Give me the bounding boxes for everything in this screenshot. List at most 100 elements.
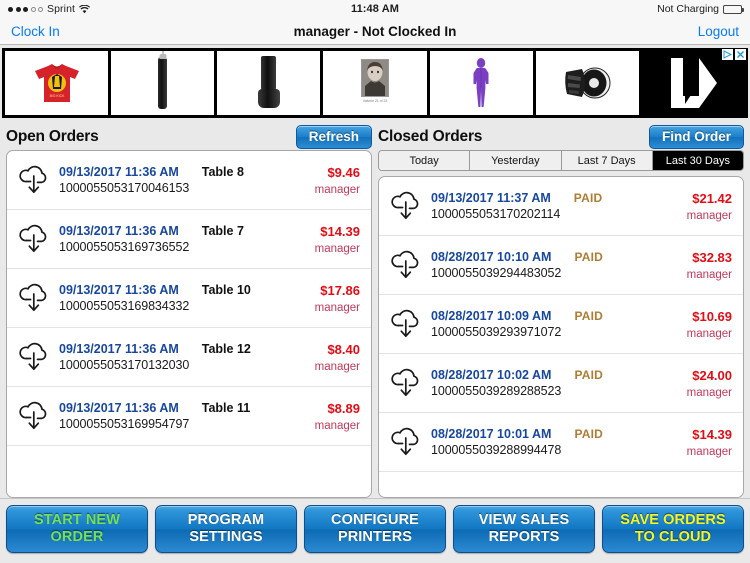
order-amount: $32.83 xyxy=(692,249,732,265)
table-row[interactable]: 08/28/2017 10:02 AM PAID 10000550392892885… xyxy=(379,354,743,413)
order-details: 09/13/2017 11:36 AM Table 12 1000055053170… xyxy=(59,342,295,372)
open-orders-list[interactable]: 09/13/2017 11:36 AM Table 8 10000550531700… xyxy=(6,150,372,498)
order-amount: $24.00 xyxy=(692,367,732,383)
button-label-line2: PRINTERS xyxy=(337,529,413,545)
order-user: manager xyxy=(314,419,360,432)
order-status-badge: PAID xyxy=(574,368,604,382)
order-amount: $8.89 xyxy=(327,400,360,416)
order-amount-block: $8.89 manager xyxy=(304,401,360,432)
order-table-label: Table 7 xyxy=(201,224,244,238)
ad-strip[interactable]: BIG KICK Volume 21 of 23 xyxy=(2,48,748,118)
order-id: 1000055053169834332 xyxy=(59,299,190,313)
clock-in-button[interactable]: Clock In xyxy=(11,24,60,39)
order-user: manager xyxy=(314,360,360,373)
ad-cell-standing-punching-bag[interactable] xyxy=(217,51,321,115)
advertisement-banner[interactable]: BIG KICK Volume 21 of 23 xyxy=(0,45,750,120)
view-sales-reports-button[interactable]: VIEW SALES REPORTS xyxy=(453,505,595,553)
save-orders-to-cloud-button[interactable]: SAVE ORDERS TO CLOUD xyxy=(602,505,744,553)
order-amount: $10.69 xyxy=(692,308,732,324)
date-filter-today[interactable]: Today xyxy=(379,151,471,170)
order-details: 08/28/2017 10:02 AM PAID 10000550392892885… xyxy=(431,368,667,398)
button-label-line2: ORDER xyxy=(50,529,104,545)
order-date: 08/28/2017 10:02 AM xyxy=(431,368,552,382)
adchoices-icon[interactable] xyxy=(722,49,733,60)
black-arrow-image xyxy=(665,56,722,110)
date-filter-segmented-control[interactable]: Today Yesterday Last 7 Days Last 30 Days xyxy=(378,150,744,171)
adchoices-controls[interactable] xyxy=(722,49,746,60)
button-label: CONFIGURE PRINTERS xyxy=(331,512,419,545)
battery-status-label: Not Charging xyxy=(657,3,719,15)
order-amount: $17.86 xyxy=(320,282,360,298)
cloud-download-icon xyxy=(17,283,50,313)
table-row[interactable]: 09/13/2017 11:37 AM PAID 10000550531702021… xyxy=(379,177,743,236)
ad-cell-black-arrow[interactable] xyxy=(641,51,745,115)
order-date: 08/28/2017 10:09 AM xyxy=(431,309,552,323)
ad-cell-long-punching-bag[interactable] xyxy=(111,51,215,115)
cloud-download-icon xyxy=(389,250,422,280)
program-settings-button[interactable]: PROGRAM SETTINGS xyxy=(155,505,297,553)
order-amount: $9.46 xyxy=(327,164,360,180)
order-user: manager xyxy=(314,183,360,196)
ad-cell-red-tshirt[interactable]: BIG KICK xyxy=(5,51,109,115)
closed-orders-list[interactable]: 09/13/2017 11:37 AM PAID 10000550531702021… xyxy=(378,176,744,498)
focus-mitts-image xyxy=(562,66,612,100)
table-row[interactable]: 09/13/2017 11:36 AM Table 8 10000550531700… xyxy=(7,151,371,210)
logout-button[interactable]: Logout xyxy=(698,24,739,39)
open-orders-header: Open Orders Refresh xyxy=(6,120,372,150)
order-status-badge: PAID xyxy=(574,250,604,264)
order-details: 09/13/2017 11:37 AM PAID 10000550531702021… xyxy=(431,191,667,221)
navigation-bar: Clock In manager - Not Clocked In Logout xyxy=(0,18,750,45)
date-filter-last-30-days[interactable]: Last 30 Days xyxy=(652,151,743,170)
date-filter-yesterday[interactable]: Yesterday xyxy=(470,151,562,170)
signal-strength-icon xyxy=(8,6,43,12)
button-label-line2: REPORTS xyxy=(488,529,560,545)
button-label-line1: START NEW xyxy=(33,512,120,529)
order-date: 09/13/2017 11:36 AM xyxy=(59,283,179,297)
button-label-line2: TO CLOUD xyxy=(634,529,712,545)
order-primary-line: 08/28/2017 10:10 AM PAID xyxy=(431,250,667,264)
closed-orders-pane: Closed Orders Find Order Today Yesterday L… xyxy=(378,120,744,498)
cloud-download-icon xyxy=(17,224,50,254)
start-new-order-button[interactable]: START NEW ORDER xyxy=(6,505,148,553)
table-row[interactable]: 09/13/2017 11:36 AM Table 12 1000055053170… xyxy=(7,328,371,387)
open-orders-pane: Open Orders Refresh 09/13/2017 11:36 AM T… xyxy=(6,120,372,498)
order-date: 08/28/2017 10:10 AM xyxy=(431,250,552,264)
table-row[interactable]: 08/28/2017 10:01 AM PAID 10000550392889944… xyxy=(379,413,743,472)
find-order-button[interactable]: Find Order xyxy=(648,125,744,149)
order-amount-block: $8.40 manager xyxy=(304,342,360,373)
order-amount-block: $14.39 manager xyxy=(304,224,360,255)
table-row[interactable]: 09/13/2017 11:36 AM Table 10 1000055053169… xyxy=(7,269,371,328)
ad-cell-focus-mitts[interactable] xyxy=(535,51,639,115)
bottom-toolbar: START NEW ORDER PROGRAM SETTINGS CONFIGURE PR… xyxy=(0,498,750,563)
button-label-line1: CONFIGURE xyxy=(331,512,419,529)
refresh-button[interactable]: Refresh xyxy=(295,125,372,149)
order-user: manager xyxy=(686,268,732,281)
order-user: manager xyxy=(314,242,360,255)
table-row[interactable]: 08/28/2017 10:09 AM PAID 10000550392939710… xyxy=(379,295,743,354)
table-row[interactable]: 08/28/2017 10:10 AM PAID 10000550392944830… xyxy=(379,236,743,295)
cloud-download-icon xyxy=(389,368,422,398)
cloud-download-icon xyxy=(17,342,50,372)
table-row[interactable]: 09/13/2017 11:36 AM Table 7 10000550531697… xyxy=(7,210,371,269)
ad-cell-portrait-volume[interactable]: Volume 21 of 23 xyxy=(323,51,427,115)
order-status-badge: PAID xyxy=(574,427,604,441)
order-amount: $14.39 xyxy=(692,426,732,442)
order-primary-line: 09/13/2017 11:36 AM Table 10 xyxy=(59,283,295,297)
button-label: VIEW SALES REPORTS xyxy=(479,512,569,545)
order-id: 1000055053169954797 xyxy=(59,417,190,431)
button-label-line1: VIEW SALES xyxy=(478,512,570,529)
order-primary-line: 08/28/2017 10:01 AM PAID xyxy=(431,427,667,441)
order-status-badge: PAID xyxy=(574,309,604,323)
table-row[interactable]: 09/13/2017 11:36 AM Table 11 1000055053169… xyxy=(7,387,371,446)
order-table-label: Table 12 xyxy=(201,342,251,356)
ad-cell-purple-body-suit[interactable] xyxy=(429,51,533,115)
order-id: 1000055053169736552 xyxy=(59,240,190,254)
battery-icon xyxy=(723,4,744,14)
button-label-line1: PROGRAM xyxy=(187,512,265,529)
cloud-download-icon xyxy=(389,309,422,339)
order-id: 1000055039293971072 xyxy=(431,325,562,339)
carrier-label: Sprint xyxy=(47,3,76,15)
configure-printers-button[interactable]: CONFIGURE PRINTERS xyxy=(304,505,446,553)
date-filter-last-7-days[interactable]: Last 7 Days xyxy=(561,151,653,170)
close-ad-icon[interactable] xyxy=(735,49,746,60)
